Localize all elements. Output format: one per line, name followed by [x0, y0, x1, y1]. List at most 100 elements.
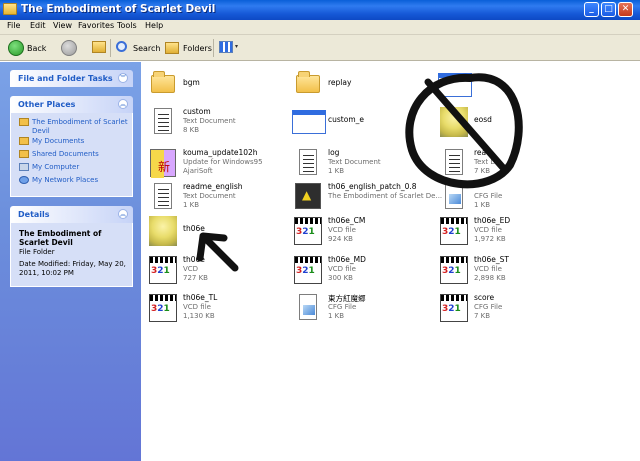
file-name: kouma_update102h [183, 148, 258, 157]
file-name: bgm [183, 78, 200, 87]
file-item[interactable]: replay [289, 66, 439, 106]
details-header[interactable]: Details ︽ [10, 206, 133, 223]
file-item[interactable]: 東方紅魔郷 CFG File 1 KB [289, 289, 439, 329]
back-arrow-icon [8, 40, 24, 56]
file-item[interactable]: 321 score CFG File 7 KB [435, 289, 585, 329]
details-box: Details ︽ The Embodiment of Scarlet Devi… [10, 206, 133, 287]
collapse-chevron-icon[interactable]: ︾ [118, 73, 128, 83]
file-name: custom [183, 107, 211, 116]
collapse-chevron-icon[interactable]: ︽ [118, 99, 128, 109]
search-label: Search [133, 44, 161, 53]
file-size: 1 KB [474, 201, 491, 209]
file-type: CFG File [328, 303, 357, 311]
file-name: th06e_TL [183, 293, 218, 302]
menu-edit[interactable]: Edit [30, 21, 46, 30]
file-size: 727 KB [183, 274, 208, 282]
file-item[interactable]: bgm [144, 66, 294, 106]
menu-favorites[interactable]: Favorites [78, 21, 114, 30]
file-size: 1 KB [328, 167, 345, 175]
forward-button[interactable] [58, 38, 84, 58]
file-item[interactable]: custom_e [289, 103, 439, 143]
file-type: VCD file [474, 226, 502, 234]
folder-icon [147, 69, 177, 101]
folders-button[interactable]: Folders [163, 38, 212, 58]
dropdown-arrow-icon: ▾ [235, 43, 239, 50]
file-type: VCD [183, 265, 199, 273]
place-link-my-network-places[interactable]: My Network Places [11, 176, 132, 189]
file-item[interactable]: 321 th06e_ED VCD file 1,972 KB [435, 212, 585, 252]
file-type: Update for Windows95 [183, 158, 263, 166]
file-name: score [474, 293, 495, 302]
file-name: custom_e [328, 115, 364, 124]
file-item[interactable]: 321 th06e VCD 727 KB [144, 251, 294, 291]
collapse-chevron-icon[interactable]: ︽ [118, 209, 128, 219]
minimize-button[interactable]: _ [584, 2, 599, 17]
views-button[interactable]: ▾ [217, 38, 241, 58]
toolbar-separator [110, 39, 111, 57]
my-computer-icon [19, 163, 29, 171]
file-size: 300 KB [328, 274, 353, 282]
vcd-icon: 321 [292, 215, 322, 247]
shared-documents-icon [19, 150, 29, 158]
search-icon [116, 41, 127, 52]
file-name: th06e_ST [474, 255, 509, 264]
place-link-my-computer[interactable]: My Computer [11, 163, 132, 176]
file-name: th06e_ED [474, 216, 511, 225]
file-list: bgm replay custom Text Document 8 KB custom_e… [141, 62, 640, 461]
menu-help[interactable]: Help [145, 21, 163, 30]
file-size: 7 KB [474, 167, 491, 175]
file-item[interactable] [435, 66, 585, 106]
window-icon [292, 106, 326, 138]
menu-file[interactable]: File [7, 21, 20, 30]
place-link-folder[interactable]: The Embodiment of Scarlet Devil [11, 118, 132, 137]
place-link-label: My Documents [32, 137, 85, 145]
file-name: rea [474, 148, 487, 157]
details-name: The Embodiment of Scarlet Devil [19, 229, 102, 247]
cfg-icon [438, 181, 468, 213]
file-name: th06e_CM [328, 216, 366, 225]
file-size: 7 KB [474, 312, 491, 320]
window-icon [438, 69, 472, 101]
maximize-button[interactable]: □ [601, 2, 616, 17]
anime-icon [438, 106, 468, 138]
place-link-label: My Network Places [32, 176, 99, 184]
file-item[interactable]: 321 th06e_MD VCD file 300 KB [289, 251, 439, 291]
details-type: File Folder [19, 248, 55, 256]
close-button[interactable]: ✕ [618, 2, 633, 17]
file-item[interactable]: 321 th06e_TL VCD file 1,130 KB [144, 289, 294, 329]
place-link-label: Shared Documents [32, 150, 99, 158]
back-label: Back [27, 44, 47, 53]
file-item[interactable]: eosd [435, 103, 585, 143]
details-title: Details [18, 210, 50, 219]
file-type: VCD file [474, 265, 502, 273]
details-modified: Date Modified: Friday, May 20, 2011, 10:… [19, 260, 126, 277]
file-item[interactable]: custom Text Document 8 KB [144, 103, 294, 143]
up-folder-button[interactable] [90, 38, 108, 58]
folder-icon [292, 69, 322, 101]
doc-icon [292, 147, 322, 179]
vcd-icon: 321 [438, 215, 468, 247]
search-button[interactable]: Search [113, 38, 161, 58]
other-places-header[interactable]: Other Places ︽ [10, 96, 133, 113]
folder-icon [3, 3, 17, 15]
file-item[interactable]: th06e [144, 212, 294, 252]
forward-arrow-icon [61, 40, 77, 56]
file-name: log [328, 148, 340, 157]
file-name: th06_english_patch_0.8 [328, 182, 417, 191]
file-size: 1,130 KB [183, 312, 215, 320]
vcd-icon: 321 [438, 254, 468, 286]
file-and-folder-tasks-header[interactable]: File and Folder Tasks ︾ [10, 70, 133, 87]
file-type: VCD file [328, 226, 356, 234]
place-link-shared-documents[interactable]: Shared Documents [11, 150, 132, 163]
back-button[interactable]: Back [4, 38, 58, 58]
title-bar[interactable]: The Embodiment of Scarlet Devil _ □ ✕ [0, 0, 640, 20]
menu-tools[interactable]: Tools [117, 21, 137, 30]
file-item[interactable]: 321 th06e_ST VCD file 2,898 KB [435, 251, 585, 291]
menu-view[interactable]: View [53, 21, 72, 30]
place-link-my-documents[interactable]: My Documents [11, 137, 132, 150]
file-and-folder-tasks-title: File and Folder Tasks [18, 74, 113, 83]
vcd-icon: 321 [147, 292, 177, 324]
file-item[interactable]: 321 th06e_CM VCD file 924 KB [289, 212, 439, 252]
file-size: AjariSoft [183, 167, 213, 175]
vcd-icon: 321 [292, 254, 322, 286]
